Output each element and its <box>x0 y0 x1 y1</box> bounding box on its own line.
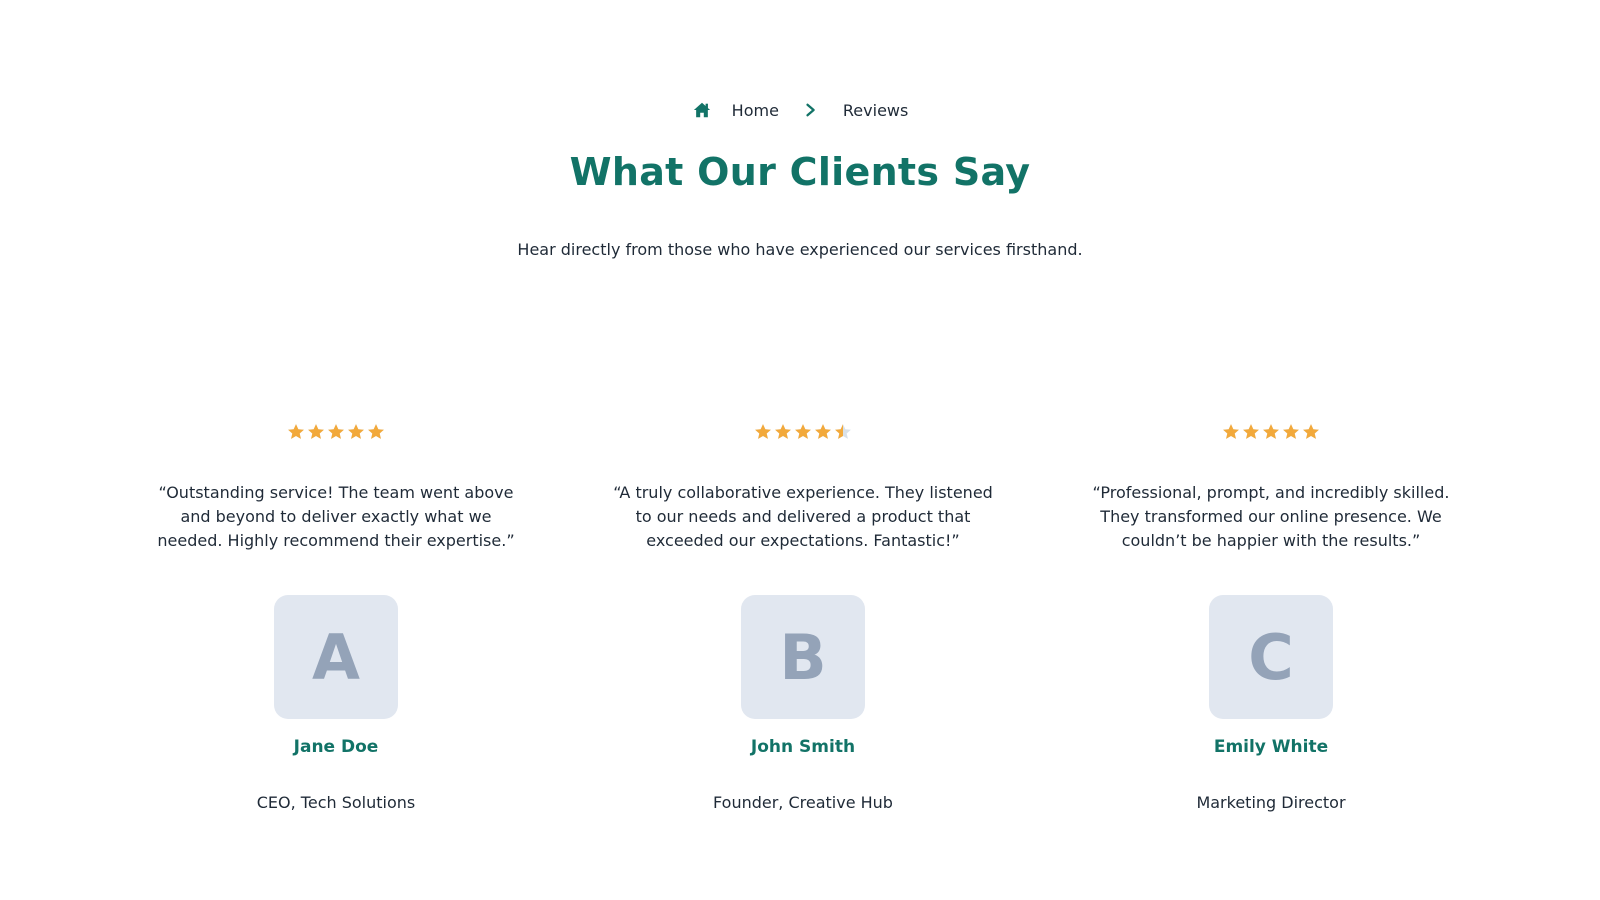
star-icon <box>368 424 384 439</box>
star-icon <box>1283 424 1299 439</box>
star-icon <box>755 424 771 439</box>
breadcrumb-home-link[interactable]: Home <box>732 101 779 120</box>
star-icon <box>328 424 344 439</box>
page-title: What Our Clients Say <box>569 150 1031 194</box>
client-name: John Smith <box>750 737 856 757</box>
star-icon <box>348 424 364 439</box>
star-icon <box>815 424 831 439</box>
client-role: CEO, Tech Solutions <box>256 793 416 812</box>
star-icon <box>1243 424 1259 439</box>
star-rating <box>1061 423 1481 445</box>
breadcrumb-current: Reviews <box>842 100 909 120</box>
star-icon <box>795 424 811 439</box>
avatar: C <box>1209 595 1333 719</box>
testimonials-section: “Outstanding service! The team went abov… <box>0 420 1600 820</box>
testimonial-quote: “Professional, prompt, and incredibly sk… <box>1092 483 1450 550</box>
avatar: A <box>274 595 398 719</box>
client-role: Marketing Director <box>1196 793 1346 812</box>
star-rating <box>126 423 546 445</box>
client-role: Founder, Creative Hub <box>713 793 893 812</box>
chevron-right-icon <box>803 102 819 118</box>
testimonial-card: “Professional, prompt, and incredibly sk… <box>1061 420 1481 812</box>
star-icon <box>288 424 304 439</box>
testimonial-card: “Outstanding service! The team went abov… <box>126 420 546 812</box>
client-name: Jane Doe <box>293 737 379 757</box>
testimonial-quote: “Outstanding service! The team went abov… <box>157 483 515 550</box>
reviews-page: Home Reviews What Our Clients Say Hear d… <box>0 0 1600 900</box>
star-icon <box>835 424 851 439</box>
testimonial-card: “A truly collaborative experience. They … <box>593 420 1013 812</box>
page-subtitle: Hear directly from those who have experi… <box>517 240 1083 259</box>
breadcrumb: Home Reviews <box>0 100 1600 120</box>
client-name: Emily White <box>1213 737 1329 757</box>
star-icon <box>1263 424 1279 439</box>
star-icon <box>775 424 791 439</box>
star-icon <box>308 424 324 439</box>
star-icon <box>1223 424 1239 439</box>
avatar: B <box>741 595 865 719</box>
testimonial-quote: “A truly collaborative experience. They … <box>613 483 993 550</box>
star-icon <box>1303 424 1319 439</box>
home-icon[interactable] <box>692 100 712 120</box>
star-rating <box>593 423 1013 445</box>
